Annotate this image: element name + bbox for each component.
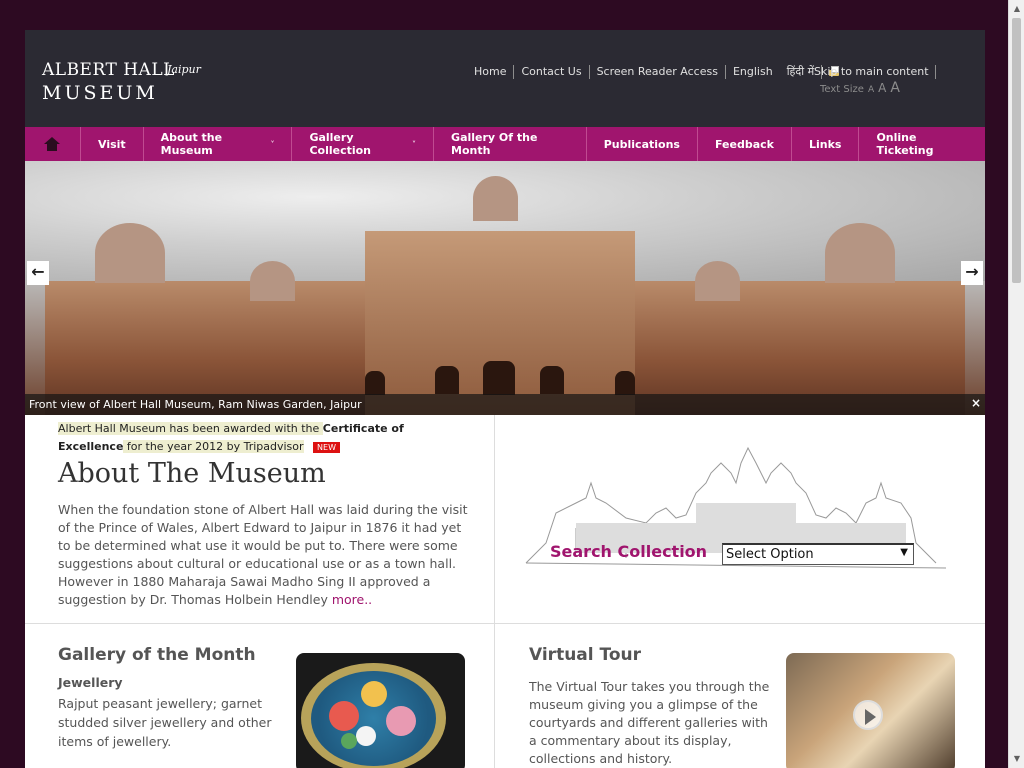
nav-about[interactable]: About the Museum ˅	[144, 127, 293, 161]
award-text-post: for the year 2012 by Tripadvisor	[123, 440, 304, 453]
text-size-control: Text Size A A A	[820, 80, 900, 96]
dome-shape	[95, 223, 165, 283]
gallery-of-month-section: Gallery of the Month Jewellery Rajput pe…	[25, 624, 495, 768]
brooch-frame	[301, 663, 446, 768]
nav-visit[interactable]: Visit	[81, 127, 144, 161]
scroll-up-icon[interactable]: ▲	[1009, 2, 1024, 16]
scroll-down-icon[interactable]: ▼	[1009, 752, 1024, 766]
collection-select[interactable]: Select Option ▼	[722, 543, 914, 565]
gallery-description: Rajput peasant jewellery; garnet studded…	[58, 696, 272, 749]
nav-label: Visit	[98, 137, 126, 151]
arch-window	[540, 366, 564, 394]
gallery-subtitle: Jewellery	[58, 675, 123, 690]
logo-subtitle[interactable]: MUSEUM	[42, 82, 158, 104]
page-container: ALBERT HALL Jaipur MUSEUM Home Contact U…	[25, 30, 985, 768]
skip-to-content-link[interactable]: Skip to main content	[814, 65, 936, 79]
about-section: Albert Hall Museum has been awarded with…	[25, 415, 495, 623]
flower-red	[329, 701, 359, 731]
about-body: When the foundation stone of Albert Hall…	[58, 502, 468, 607]
logo-city[interactable]: Jaipur	[167, 63, 201, 76]
close-icon[interactable]: ×	[971, 396, 981, 410]
award-notice: Albert Hall Museum has been awarded with…	[58, 420, 458, 456]
arch-window	[615, 371, 635, 395]
nav-links[interactable]: Links	[792, 127, 860, 161]
home-link[interactable]: Home	[467, 65, 515, 79]
nav-label: About the Museum	[160, 131, 223, 157]
main-nav: Visit About the Museum ˅ Gallery Collect…	[25, 127, 985, 161]
brooch-inlay	[311, 671, 436, 766]
site-header: ALBERT HALL Jaipur MUSEUM Home Contact U…	[25, 30, 985, 127]
scrollbar-thumb[interactable]	[1012, 18, 1021, 283]
about-text: When the foundation stone of Albert Hall…	[58, 501, 468, 609]
arch-window	[435, 366, 459, 394]
chevron-down-icon: ˅	[412, 139, 417, 149]
flower-white	[356, 726, 376, 746]
dome-shape	[695, 261, 740, 301]
virtual-tour-title[interactable]: Virtual Tour	[529, 645, 641, 665]
hero-caption: Front view of Albert Hall Museum, Ram Ni…	[29, 398, 362, 411]
new-badge: NEW	[313, 442, 340, 453]
nav-gallery-month[interactable]: Gallery Of the Month	[434, 127, 587, 161]
gallery-title[interactable]: Gallery of the Month	[58, 645, 256, 665]
text-size-label: Text Size	[820, 84, 864, 95]
award-text-pre: Albert Hall Museum has been awarded with…	[58, 422, 323, 435]
contact-us-link[interactable]: Contact Us	[514, 65, 590, 79]
slider-next-button[interactable]: →	[961, 261, 983, 285]
select-value: Select Option	[726, 547, 814, 562]
dropdown-arrow-icon: ▼	[900, 547, 908, 558]
virtual-tour-image[interactable]	[786, 653, 955, 768]
more-link[interactable]: more..	[332, 592, 372, 607]
search-collection-panel: Search Collection Select Option ▼	[496, 415, 985, 623]
logo-title[interactable]: ALBERT HALL	[42, 60, 175, 80]
nav-publications[interactable]: Publications	[587, 127, 698, 161]
nav-home[interactable]	[25, 127, 81, 161]
play-icon[interactable]	[853, 700, 883, 730]
dome-shape	[250, 261, 295, 301]
dome-shape	[825, 223, 895, 283]
utility-links: Home Contact Us Screen Reader Access Eng…	[467, 65, 848, 79]
virtual-tour-description: The Virtual Tour takes you through the m…	[529, 679, 770, 766]
text-size-small-button[interactable]: A	[868, 85, 874, 95]
dome-shape	[473, 176, 518, 221]
english-link[interactable]: English	[726, 65, 780, 79]
search-collection-label: Search Collection	[550, 542, 708, 561]
text-size-medium-button[interactable]: A	[878, 81, 886, 95]
about-title: About The Museum	[58, 458, 326, 489]
nav-label: Gallery Collection	[309, 131, 372, 157]
nav-label: Gallery Of the Month	[451, 131, 538, 157]
leaf-green	[341, 733, 357, 749]
flower-pink	[386, 706, 416, 736]
virtual-tour-section: Virtual Tour The Virtual Tour takes you …	[496, 624, 985, 768]
slider-prev-button[interactable]: ←	[27, 261, 49, 285]
chevron-down-icon: ˅	[270, 139, 275, 149]
nav-label: Links	[808, 137, 842, 151]
nav-gallery-collection[interactable]: Gallery Collection ˅	[292, 127, 435, 161]
flower-yellow	[361, 681, 387, 707]
screen-reader-link[interactable]: Screen Reader Access	[590, 65, 726, 79]
arch-window	[483, 361, 515, 395]
nav-label: Feedback	[714, 137, 774, 151]
nav-online-ticketing[interactable]: Online Ticketing	[859, 127, 985, 161]
vertical-scrollbar[interactable]: ▲ ▼	[1008, 0, 1024, 768]
jewellery-image[interactable]	[296, 653, 465, 768]
hero-slider: ← → Front view of Albert Hall Museum, Ra…	[25, 161, 985, 415]
text-size-large-button[interactable]: A	[890, 80, 900, 96]
arch-window	[365, 371, 385, 395]
nav-label: Online Ticketing	[876, 131, 934, 157]
home-icon	[44, 137, 60, 151]
nav-label: Publications	[603, 137, 680, 151]
caption-bar: Front view of Albert Hall Museum, Ram Ni…	[25, 394, 985, 415]
nav-feedback[interactable]: Feedback	[698, 127, 792, 161]
